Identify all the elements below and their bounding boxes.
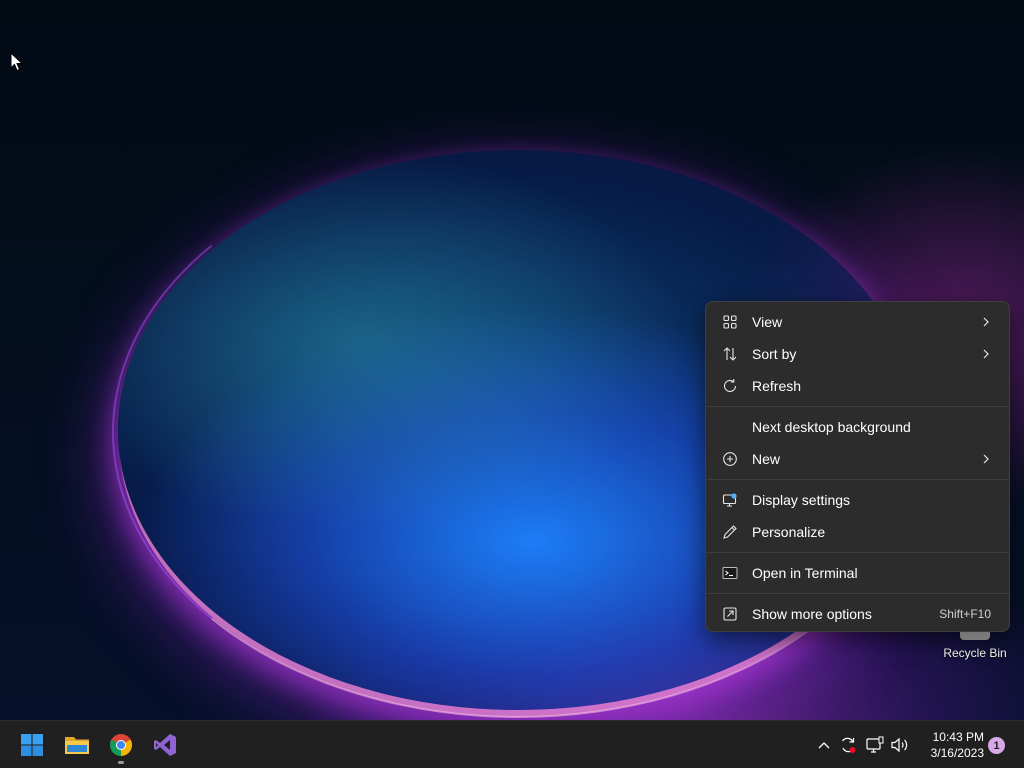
menu-item-next-background[interactable]: Next desktop background — [710, 411, 1005, 443]
more-options-icon — [723, 607, 737, 621]
refresh-icon — [723, 379, 737, 392]
menu-item-view[interactable]: View — [710, 306, 1005, 338]
terminal-icon — [722, 567, 738, 579]
menu-item-new[interactable]: New — [710, 443, 1005, 475]
menu-item-show-more-options[interactable]: Show more options Shift+F10 — [710, 598, 1005, 630]
menu-item-next-background-label: Next desktop background — [752, 419, 911, 435]
chevron-right-icon — [983, 349, 989, 359]
mouse-cursor-icon — [10, 52, 24, 72]
add-circle-icon — [723, 452, 737, 466]
grid-icon — [723, 315, 737, 329]
taskbar-app-chrome[interactable] — [101, 725, 141, 765]
sync-icon — [842, 737, 856, 753]
clock-time: 10:43 PM — [932, 730, 984, 744]
sync-tray-button[interactable] — [838, 735, 858, 755]
running-indicator — [118, 761, 124, 764]
menu-separator — [706, 552, 1009, 553]
show-hidden-icons-button[interactable] — [814, 735, 834, 755]
chevron-right-icon — [983, 317, 989, 327]
menu-item-personalize-label: Personalize — [752, 524, 826, 540]
menu-item-display-settings-label: Display settings — [752, 492, 851, 508]
menu-item-personalize[interactable]: Personalize — [710, 516, 1005, 548]
menu-item-new-label: New — [752, 451, 781, 467]
chevron-right-icon — [983, 454, 989, 464]
windows-start-icon — [21, 734, 43, 756]
menu-item-view-label: View — [752, 314, 783, 330]
menu-separator — [706, 593, 1009, 594]
network-icon — [866, 736, 884, 753]
sort-icon — [723, 347, 737, 361]
network-tray-button[interactable] — [865, 735, 885, 755]
menu-item-sort-by-label: Sort by — [752, 346, 797, 362]
volume-tray-button[interactable] — [890, 735, 910, 755]
desktop-context-menu: View Sort by Refresh Next desktop backgr… — [705, 301, 1010, 632]
start-button[interactable] — [12, 725, 52, 765]
menu-item-refresh-label: Refresh — [752, 378, 802, 394]
menu-item-display-settings[interactable]: Display settings — [710, 484, 1005, 516]
visual-studio-icon — [154, 734, 176, 756]
file-explorer-icon — [65, 737, 89, 754]
taskbar-app-visual-studio[interactable] — [145, 725, 185, 765]
volume-icon — [891, 737, 908, 753]
chevron-up-icon — [818, 742, 830, 749]
menu-item-show-more-options-label: Show more options — [752, 606, 872, 622]
menu-item-refresh[interactable]: Refresh — [710, 370, 1005, 402]
chrome-icon — [110, 734, 132, 756]
taskbar-clock[interactable]: 10:43 PM 3/16/2023 — [918, 729, 984, 761]
pen-icon — [723, 525, 737, 539]
menu-item-open-terminal-label: Open in Terminal — [752, 565, 858, 581]
taskbar-app-file-explorer[interactable] — [57, 725, 97, 765]
menu-separator — [706, 479, 1009, 480]
display-settings-icon — [722, 493, 737, 507]
menu-item-open-terminal[interactable]: Open in Terminal — [710, 557, 1005, 589]
recycle-bin-label[interactable]: Recycle Bin — [938, 646, 1012, 660]
menu-item-sort-by[interactable]: Sort by — [710, 338, 1005, 370]
taskbar: 10:43 PM 3/16/2023 1 — [0, 720, 1024, 768]
shortcut-text: Shift+F10 — [939, 607, 991, 621]
menu-separator — [706, 406, 1009, 407]
notification-badge[interactable]: 1 — [988, 737, 1005, 754]
clock-date: 3/16/2023 — [930, 746, 984, 760]
